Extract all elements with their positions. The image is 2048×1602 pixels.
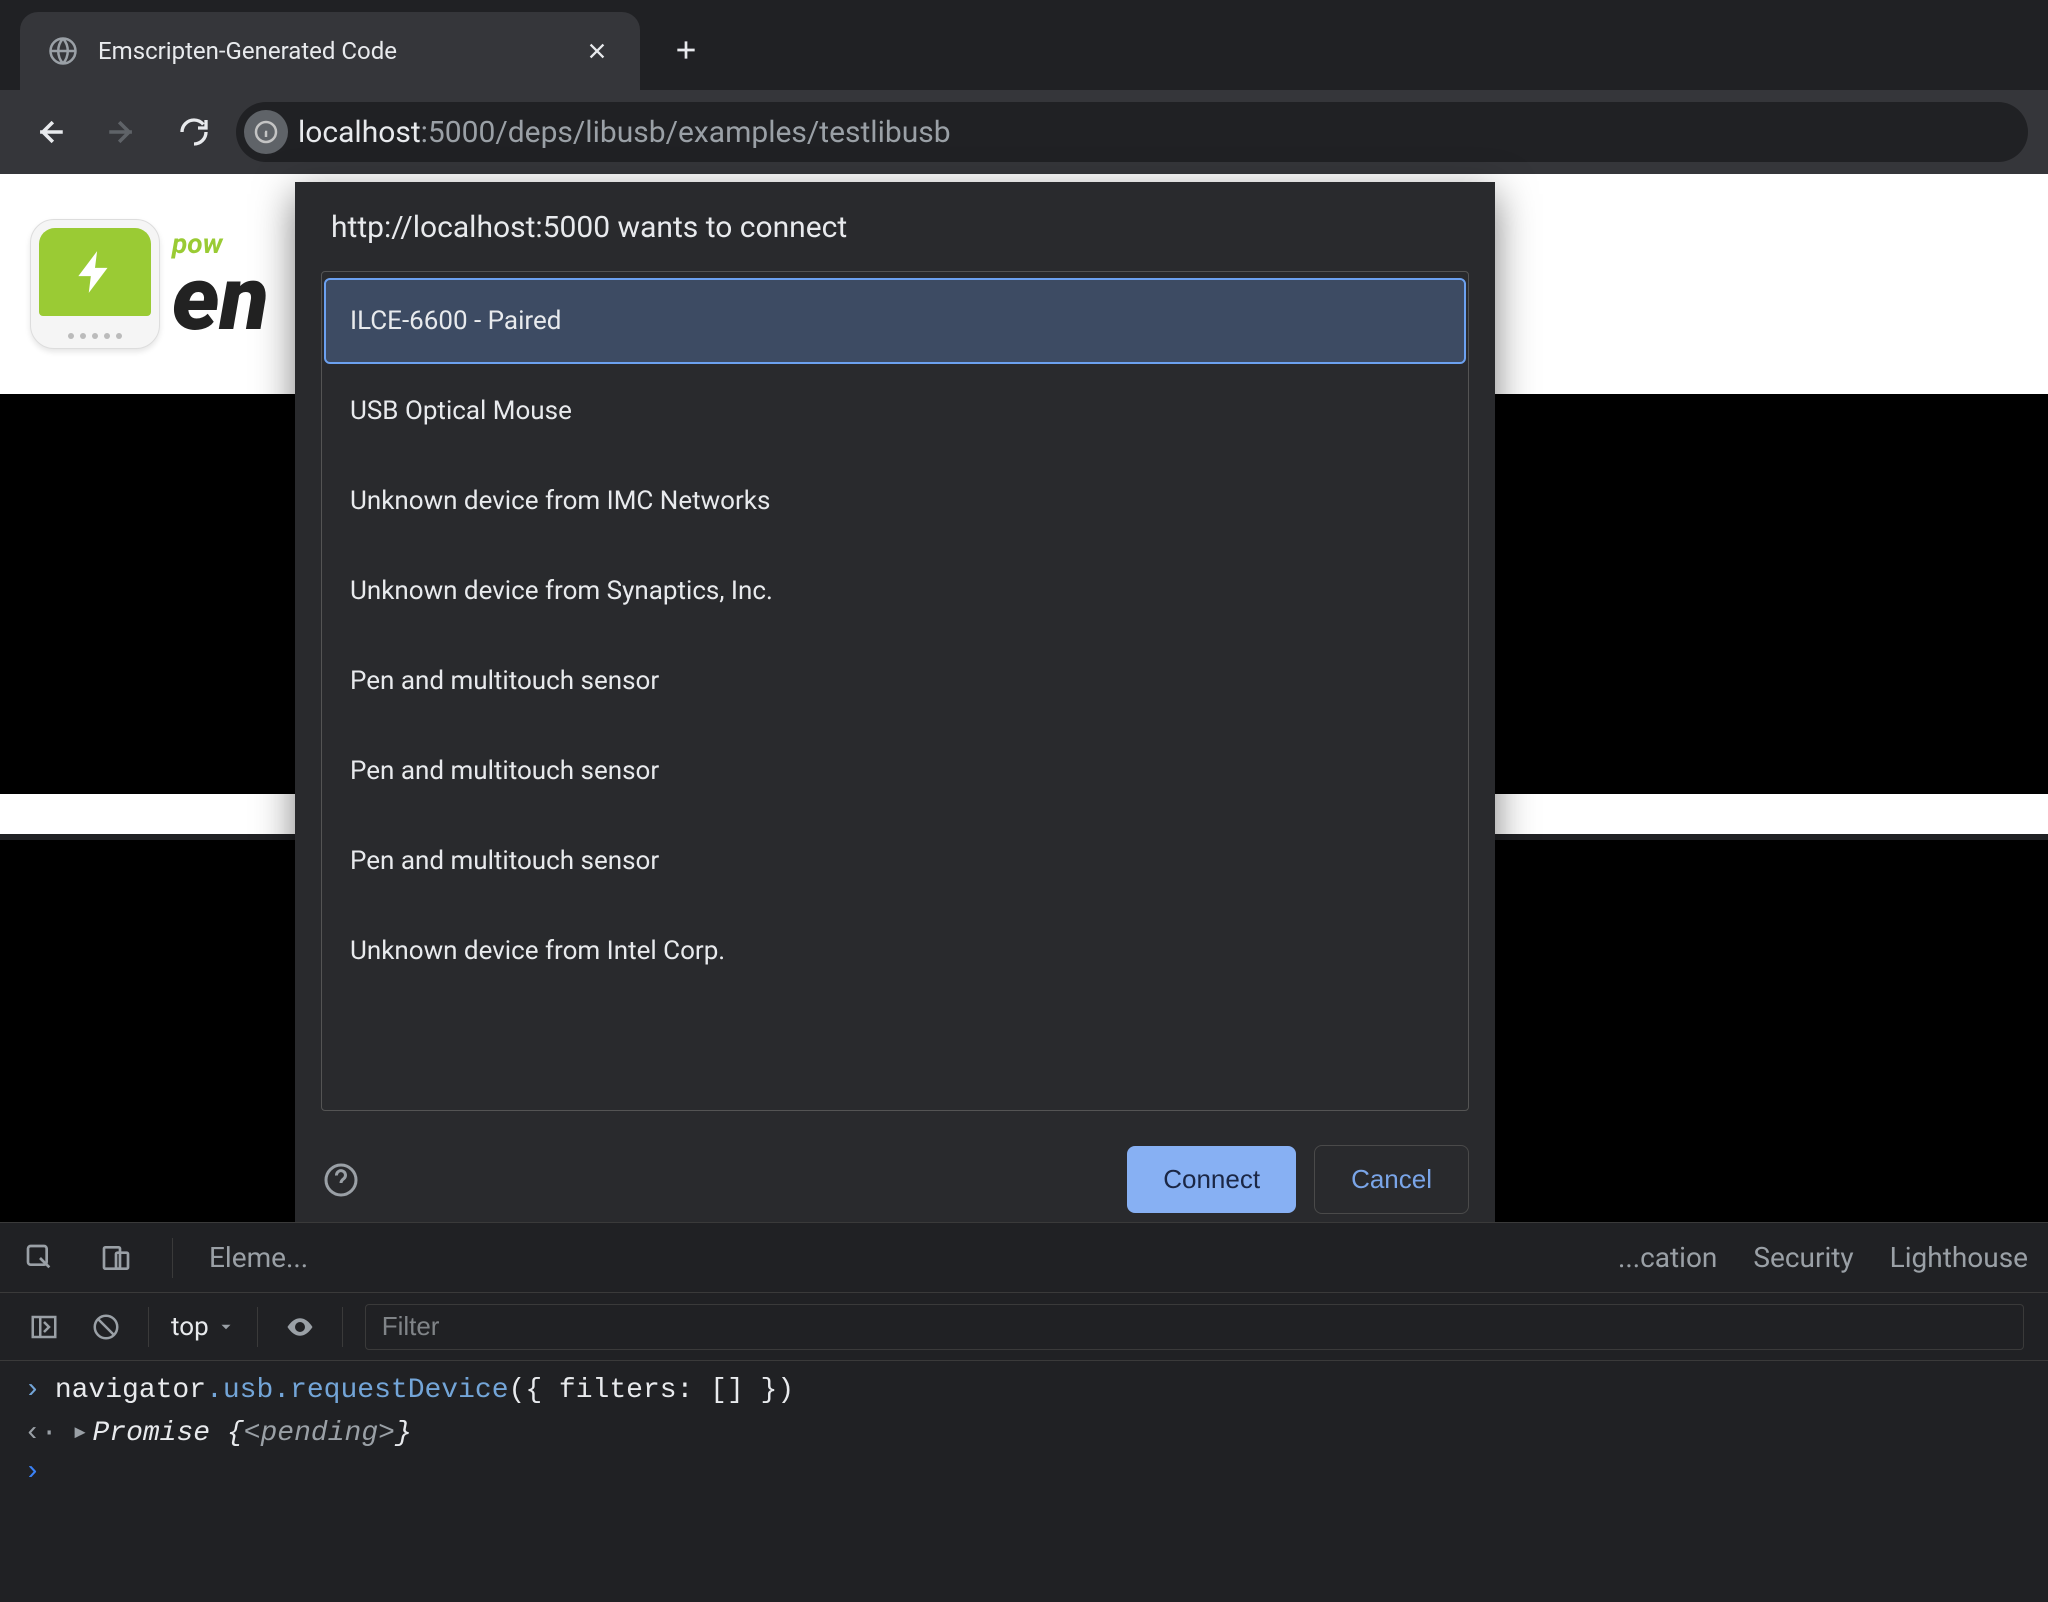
device-item[interactable]: Unknown device from IMC Networks bbox=[326, 460, 1464, 542]
device-item[interactable]: USB Optical Mouse bbox=[326, 370, 1464, 452]
toolbar: localhost:5000/deps/libusb/examples/test… bbox=[0, 90, 2048, 174]
reload-button[interactable] bbox=[164, 102, 224, 162]
back-button[interactable] bbox=[20, 102, 80, 162]
device-item[interactable]: Pen and multitouch sensor bbox=[326, 820, 1464, 902]
url-bar[interactable]: localhost:5000/deps/libusb/examples/test… bbox=[236, 102, 2028, 162]
live-expression-icon[interactable] bbox=[280, 1307, 320, 1347]
device-item[interactable]: Pen and multitouch sensor bbox=[326, 640, 1464, 722]
prompt-icon[interactable]: › bbox=[24, 1457, 41, 1488]
console-toolbar: top bbox=[0, 1293, 2048, 1361]
tab-elements[interactable]: Eleme... bbox=[209, 1241, 308, 1274]
tab-bar: Emscripten-Generated Code bbox=[0, 0, 2048, 90]
device-item[interactable]: Unknown device from Intel Corp. bbox=[326, 910, 1464, 992]
dialog-title: http://localhost:5000 wants to connect bbox=[331, 210, 1469, 245]
console-line: ‹· ▸Promise {<pending>} bbox=[0, 1410, 2048, 1453]
device-toggle-icon[interactable] bbox=[96, 1238, 136, 1278]
browser-tab[interactable]: Emscripten-Generated Code bbox=[20, 12, 640, 90]
prompt-icon: › bbox=[24, 1375, 41, 1406]
tab-security[interactable]: Security bbox=[1753, 1241, 1853, 1274]
usb-permission-dialog: http://localhost:5000 wants to connect I… bbox=[295, 182, 1495, 1242]
result-icon: ‹· bbox=[24, 1418, 58, 1449]
help-icon[interactable] bbox=[321, 1160, 361, 1200]
cancel-button[interactable]: Cancel bbox=[1314, 1145, 1469, 1214]
emscripten-logo bbox=[30, 219, 160, 349]
device-item[interactable]: ILCE-6600 - Paired bbox=[326, 280, 1464, 362]
globe-icon bbox=[48, 36, 78, 66]
logo-text-large: en bbox=[172, 258, 269, 339]
console-prompt: › bbox=[0, 1453, 2048, 1492]
console-filter-input[interactable] bbox=[365, 1304, 2024, 1350]
clear-console-icon[interactable] bbox=[86, 1307, 126, 1347]
tab-application[interactable]: ...cation bbox=[1618, 1241, 1717, 1274]
device-list: ILCE-6600 - Paired USB Optical Mouse Unk… bbox=[321, 271, 1469, 1111]
console-line: › navigator.usb.requestDevice({ filters:… bbox=[0, 1371, 2048, 1410]
connect-button[interactable]: Connect bbox=[1127, 1146, 1296, 1213]
tab-title: Emscripten-Generated Code bbox=[98, 37, 562, 65]
devtools: Eleme... ...cation Security Lighthouse t… bbox=[0, 1222, 2048, 1602]
inspect-icon[interactable] bbox=[20, 1238, 60, 1278]
console-output[interactable]: › navigator.usb.requestDevice({ filters:… bbox=[0, 1361, 2048, 1602]
new-tab-button[interactable] bbox=[656, 20, 716, 80]
url-text: localhost:5000/deps/libusb/examples/test… bbox=[298, 115, 951, 150]
forward-button[interactable] bbox=[92, 102, 152, 162]
device-item[interactable]: Pen and multitouch sensor bbox=[326, 730, 1464, 812]
console-sidebar-icon[interactable] bbox=[24, 1307, 64, 1347]
site-info-icon[interactable] bbox=[244, 110, 288, 154]
tab-lighthouse[interactable]: Lighthouse bbox=[1890, 1241, 2028, 1274]
context-selector[interactable]: top bbox=[171, 1312, 235, 1342]
close-icon[interactable] bbox=[582, 36, 612, 66]
device-item[interactable]: Unknown device from Synaptics, Inc. bbox=[326, 550, 1464, 632]
devtools-tabbar: Eleme... ...cation Security Lighthouse bbox=[0, 1223, 2048, 1293]
